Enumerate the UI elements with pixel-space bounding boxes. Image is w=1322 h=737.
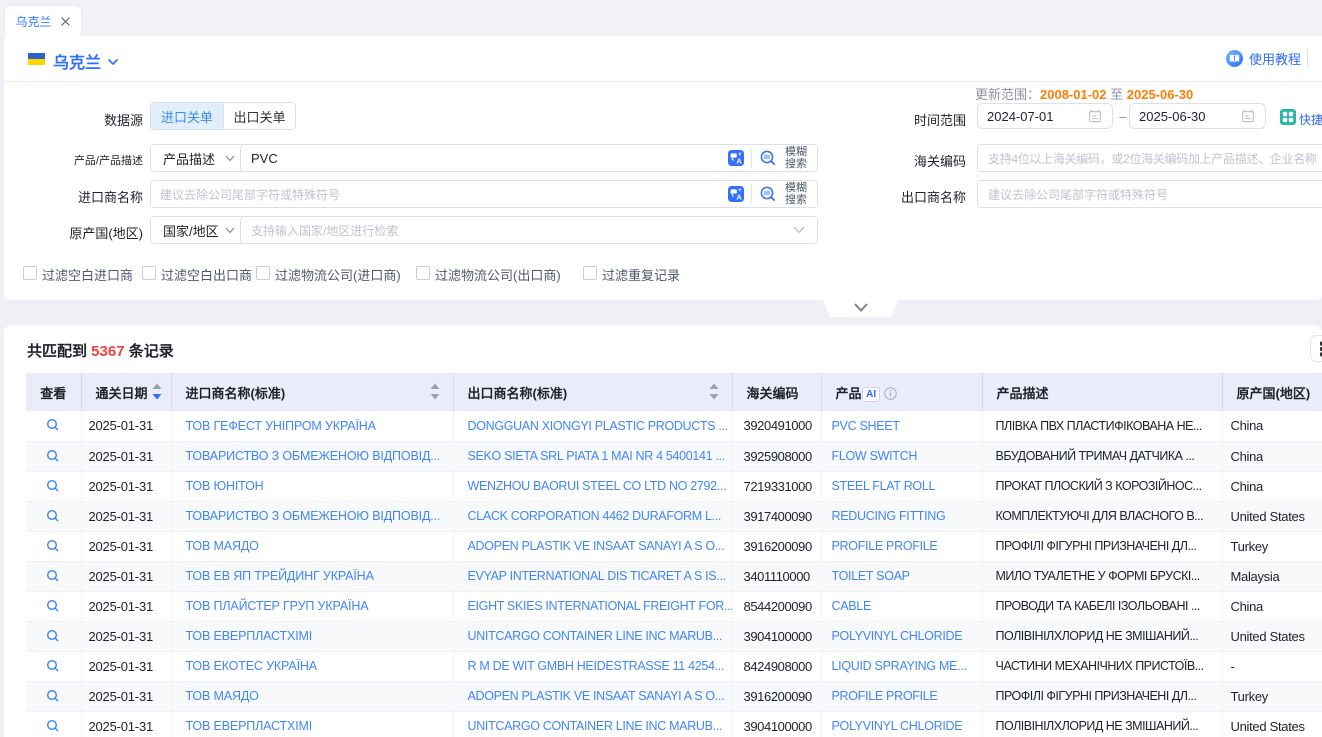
svg-text:A: A — [736, 156, 742, 165]
svg-text:A: A — [736, 192, 742, 201]
